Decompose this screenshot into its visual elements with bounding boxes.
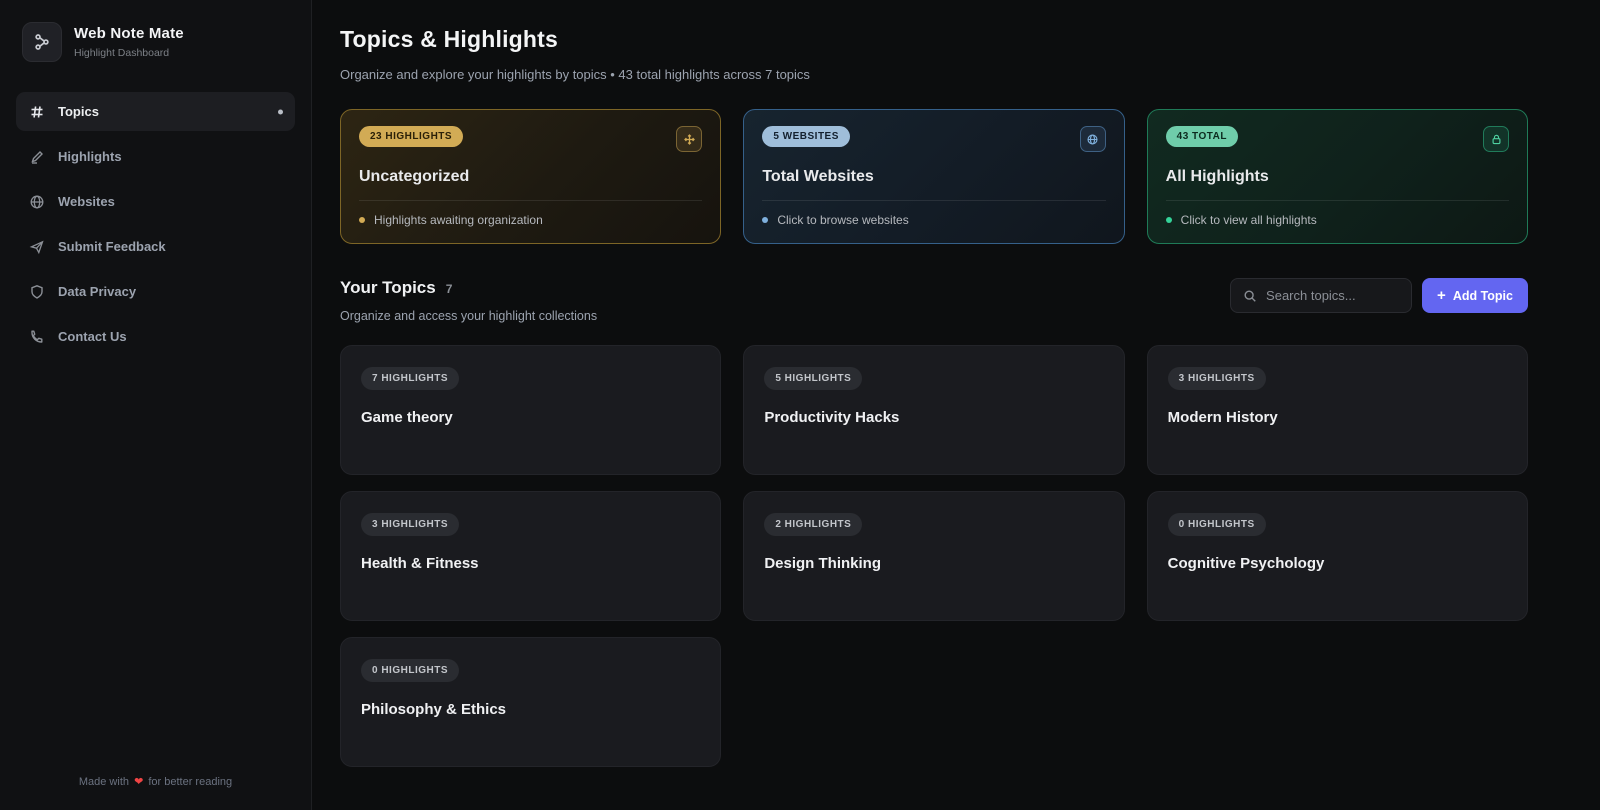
bullet-dot bbox=[1166, 217, 1172, 223]
topic-title: Modern History bbox=[1168, 409, 1507, 426]
divider bbox=[359, 200, 702, 201]
search-box[interactable] bbox=[1230, 278, 1412, 313]
active-dot bbox=[278, 109, 283, 114]
page-title: Topics & Highlights bbox=[340, 26, 1528, 53]
topic-card-philosophy-ethics[interactable]: 0 HIGHLIGHTS Philosophy & Ethics bbox=[340, 637, 721, 767]
sidebar-item-submit-feedback[interactable]: Submit Feedback bbox=[16, 227, 295, 266]
plus-icon: + bbox=[1437, 288, 1446, 303]
sidebar-footer: Made with ❤ for better reading bbox=[16, 775, 295, 796]
app-name: Web Note Mate bbox=[74, 25, 184, 42]
page-subtitle: Organize and explore your highlights by … bbox=[340, 67, 1528, 82]
topic-badge: 0 HIGHLIGHTS bbox=[1168, 513, 1266, 536]
sidebar-item-label: Data Privacy bbox=[58, 284, 136, 299]
topic-badge: 2 HIGHLIGHTS bbox=[764, 513, 862, 536]
share-nodes-icon bbox=[33, 33, 51, 51]
stat-title: All Highlights bbox=[1166, 168, 1509, 186]
move-icon bbox=[676, 126, 702, 152]
sidebar-item-label: Contact Us bbox=[58, 329, 127, 344]
footer-text-prefix: Made with bbox=[79, 776, 129, 788]
main-content: Topics & Highlights Organize and explore… bbox=[312, 0, 1600, 810]
sidebar-item-label: Highlights bbox=[58, 149, 122, 164]
topic-title: Game theory bbox=[361, 409, 700, 426]
search-input[interactable] bbox=[1266, 288, 1399, 303]
topics-section-title: Your Topics bbox=[340, 278, 436, 298]
stat-card-all-highlights[interactable]: 43 TOTAL All Highlights Click to view al… bbox=[1147, 109, 1528, 244]
heart-icon: ❤ bbox=[132, 776, 145, 788]
stat-card-total-websites[interactable]: 5 WEBSITES Total Websites Click to brows… bbox=[743, 109, 1124, 244]
lock-icon bbox=[1483, 126, 1509, 152]
topic-card-game-theory[interactable]: 7 HIGHLIGHTS Game theory bbox=[340, 345, 721, 475]
topic-card-productivity-hacks[interactable]: 5 HIGHLIGHTS Productivity Hacks bbox=[743, 345, 1124, 475]
sidebar: Web Note Mate Highlight Dashboard Topics… bbox=[0, 0, 312, 810]
app-logo bbox=[22, 22, 62, 62]
topics-header: Your Topics 7 Organize and access your h… bbox=[340, 278, 1528, 323]
topic-title: Design Thinking bbox=[764, 555, 1103, 572]
bullet-dot bbox=[762, 217, 768, 223]
topics-count: 7 bbox=[446, 282, 453, 296]
sidebar-item-contact-us[interactable]: Contact Us bbox=[16, 317, 295, 356]
sidebar-item-label: Websites bbox=[58, 194, 115, 209]
topics-section-subtitle: Organize and access your highlight colle… bbox=[340, 309, 597, 323]
stat-description-text: Highlights awaiting organization bbox=[374, 213, 543, 227]
stat-description-text: Click to view all highlights bbox=[1181, 213, 1317, 227]
stat-title: Uncategorized bbox=[359, 168, 702, 186]
topic-badge: 5 HIGHLIGHTS bbox=[764, 367, 862, 390]
shield-icon bbox=[28, 283, 45, 300]
topic-card-health-fitness[interactable]: 3 HIGHLIGHTS Health & Fitness bbox=[340, 491, 721, 621]
sidebar-item-label: Submit Feedback bbox=[58, 239, 166, 254]
divider bbox=[762, 200, 1105, 201]
footer-text-suffix: for better reading bbox=[148, 776, 232, 788]
add-topic-label: Add Topic bbox=[1453, 289, 1513, 303]
highlighter-icon bbox=[28, 148, 45, 165]
globe-icon bbox=[1080, 126, 1106, 152]
stat-description-text: Click to browse websites bbox=[777, 213, 908, 227]
sidebar-item-topics[interactable]: Topics bbox=[16, 92, 295, 131]
stat-title: Total Websites bbox=[762, 168, 1105, 186]
topic-badge: 3 HIGHLIGHTS bbox=[361, 513, 459, 536]
sidebar-item-highlights[interactable]: Highlights bbox=[16, 137, 295, 176]
topic-title: Health & Fitness bbox=[361, 555, 700, 572]
topic-title: Productivity Hacks bbox=[764, 409, 1103, 426]
topic-card-design-thinking[interactable]: 2 HIGHLIGHTS Design Thinking bbox=[743, 491, 1124, 621]
stat-badge: 23 HIGHLIGHTS bbox=[359, 126, 463, 147]
sidebar-item-websites[interactable]: Websites bbox=[16, 182, 295, 221]
topics-grid: 7 HIGHLIGHTS Game theory 5 HIGHLIGHTS Pr… bbox=[340, 345, 1528, 767]
globe-icon bbox=[28, 193, 45, 210]
sidebar-item-label: Topics bbox=[58, 104, 99, 119]
divider bbox=[1166, 200, 1509, 201]
stat-cards-row: 23 HIGHLIGHTS Uncategorized Highlights a… bbox=[340, 109, 1528, 244]
contact-icon bbox=[28, 328, 45, 345]
stat-badge: 5 WEBSITES bbox=[762, 126, 850, 147]
topic-badge: 7 HIGHLIGHTS bbox=[361, 367, 459, 390]
hash-icon bbox=[28, 103, 45, 120]
stat-card-uncategorized[interactable]: 23 HIGHLIGHTS Uncategorized Highlights a… bbox=[340, 109, 721, 244]
topic-badge: 0 HIGHLIGHTS bbox=[361, 659, 459, 682]
stat-description: Click to browse websites bbox=[762, 213, 1105, 227]
topic-title: Cognitive Psychology bbox=[1168, 555, 1507, 572]
app-logo-row: Web Note Mate Highlight Dashboard bbox=[16, 18, 295, 62]
app-tagline: Highlight Dashboard bbox=[74, 47, 184, 59]
topic-title: Philosophy & Ethics bbox=[361, 701, 700, 718]
stat-description: Click to view all highlights bbox=[1166, 213, 1509, 227]
stat-description: Highlights awaiting organization bbox=[359, 213, 702, 227]
sidebar-item-data-privacy[interactable]: Data Privacy bbox=[16, 272, 295, 311]
topic-card-cognitive-psychology[interactable]: 0 HIGHLIGHTS Cognitive Psychology bbox=[1147, 491, 1528, 621]
search-icon bbox=[1243, 289, 1257, 303]
add-topic-button[interactable]: + Add Topic bbox=[1422, 278, 1528, 313]
sidebar-nav: Topics Highlights Websites bbox=[16, 92, 295, 356]
topic-badge: 3 HIGHLIGHTS bbox=[1168, 367, 1266, 390]
stat-badge: 43 TOTAL bbox=[1166, 126, 1238, 147]
topic-card-modern-history[interactable]: 3 HIGHLIGHTS Modern History bbox=[1147, 345, 1528, 475]
bullet-dot bbox=[359, 217, 365, 223]
rocket-icon bbox=[28, 238, 45, 255]
